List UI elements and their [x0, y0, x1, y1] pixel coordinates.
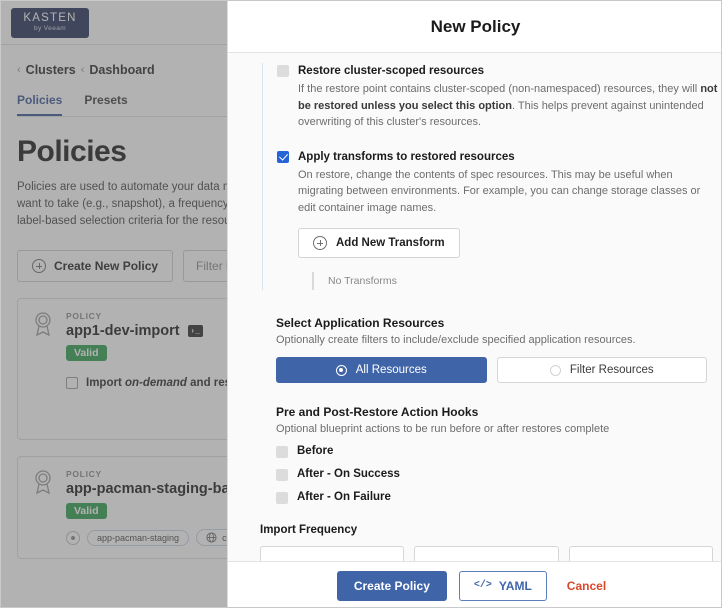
import-frequency-fields: [260, 546, 713, 561]
restore-cluster-scoped-checkbox[interactable]: [277, 65, 289, 77]
apply-transforms-row[interactable]: Apply transforms to restored resources O…: [277, 149, 721, 290]
hook-before-row[interactable]: Before: [276, 444, 707, 458]
all-resources-label: All Resources: [355, 364, 427, 376]
hook-after-failure-checkbox[interactable]: [276, 492, 288, 504]
apply-transforms-checkbox[interactable]: [277, 150, 289, 163]
select-application-resources-section: Select Application Resources Optionally …: [228, 316, 721, 383]
select-app-resources-description: Optionally create filters to include/exc…: [276, 334, 636, 346]
yaml-button[interactable]: </> YAML: [458, 570, 547, 601]
hook-after-success-checkbox[interactable]: [276, 469, 288, 481]
import-frequency-title: Import Frequency: [260, 524, 358, 536]
frequency-field-2[interactable]: [414, 546, 559, 561]
desc-part-1: If the restore point contains cluster-sc…: [298, 83, 701, 95]
apply-transforms-description: On restore, change the contents of spec …: [298, 168, 701, 214]
filter-resources-option[interactable]: Filter Resources: [496, 357, 707, 383]
new-policy-modal: New Policy Restore cluster-scoped resour…: [227, 1, 721, 607]
hook-after-success-label: After - On Success: [297, 468, 400, 480]
apply-transforms-label: Apply transforms to restored resources: [298, 150, 515, 163]
select-app-resources-title: Select Application Resources: [276, 316, 445, 330]
restore-cluster-scoped-description: If the restore point contains cluster-sc…: [298, 81, 718, 131]
modal-body[interactable]: Restore cluster-scoped resources If the …: [228, 53, 721, 561]
create-policy-button[interactable]: Create Policy: [336, 570, 447, 601]
hook-after-failure-label: After - On Failure: [297, 491, 391, 503]
frequency-field-3[interactable]: [568, 546, 713, 561]
all-resources-option[interactable]: All Resources: [276, 357, 487, 383]
action-hooks-description: Optional blueprint actions to be run bef…: [276, 423, 610, 435]
code-icon: </>: [473, 580, 492, 591]
plus-circle-icon-transform: [313, 236, 327, 250]
hook-before-checkbox[interactable]: [276, 446, 288, 458]
no-transforms-text: No Transforms: [328, 275, 397, 287]
hook-before-label: Before: [297, 445, 334, 457]
modal-header: New Policy: [228, 1, 721, 53]
modal-scroll-content: Restore cluster-scoped resources If the …: [228, 53, 721, 561]
modal-title: New Policy: [430, 16, 521, 36]
hook-after-failure-row[interactable]: After - On Failure: [276, 490, 707, 504]
cancel-button[interactable]: Cancel: [559, 572, 614, 600]
add-new-transform-label: Add New Transform: [336, 237, 445, 249]
radio-unselected-icon: [549, 364, 561, 376]
yaml-label: YAML: [498, 578, 532, 593]
restore-cluster-scoped-row[interactable]: Restore cluster-scoped resources If the …: [277, 63, 721, 131]
import-frequency-section: Import Frequency: [228, 524, 721, 561]
radio-selected-icon: [335, 364, 347, 376]
action-hooks-title: Pre and Post-Restore Action Hooks: [276, 405, 479, 419]
resource-scope-toggle-group: All Resources Filter Resources: [276, 357, 707, 383]
app-root: KASTEN by Veeam ‹ Clusters ‹ Dashboard P…: [0, 0, 722, 608]
action-hooks-section: Pre and Post-Restore Action Hooks Option…: [228, 405, 721, 504]
transforms-empty-state: No Transforms: [312, 272, 721, 290]
filter-resources-label: Filter Resources: [569, 364, 654, 376]
hook-after-success-row[interactable]: After - On Success: [276, 467, 707, 481]
frequency-field-1[interactable]: [260, 546, 405, 561]
add-new-transform-button[interactable]: Add New Transform: [298, 228, 460, 258]
restore-cluster-scoped-label: Restore cluster-scoped resources: [298, 65, 484, 77]
modal-footer: Create Policy </> YAML Cancel: [228, 561, 721, 607]
restore-cluster-scoped-group: Restore cluster-scoped resources If the …: [262, 63, 721, 290]
